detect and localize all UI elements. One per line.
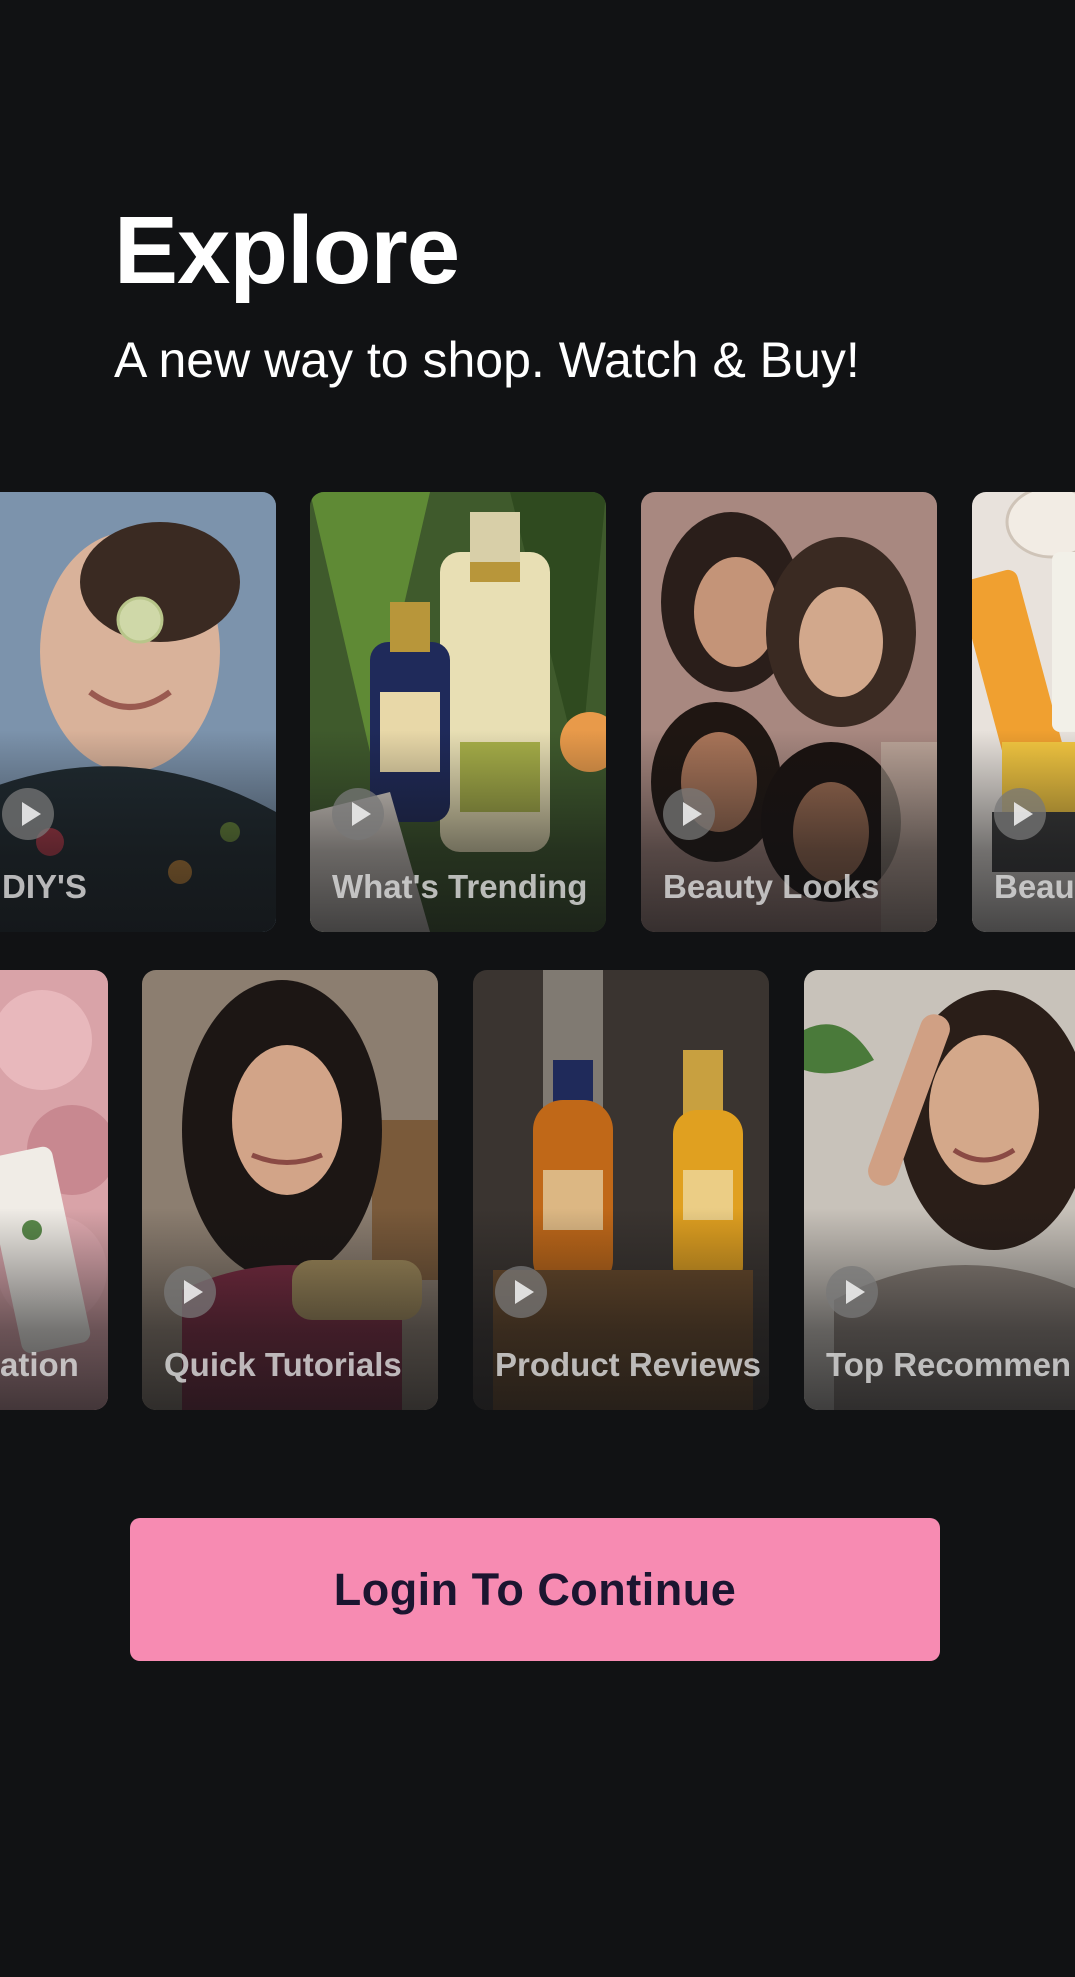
play-icon: [495, 1266, 547, 1318]
category-card-beauty[interactable]: Beau: [972, 492, 1075, 932]
category-card-label: DIY'S: [2, 868, 87, 905]
play-icon: [994, 788, 1046, 840]
category-card-label: Product Reviews: [495, 1346, 761, 1383]
category-card-whats-trending[interactable]: What's Trending: [310, 492, 606, 932]
category-card-label: What's Trending: [332, 868, 588, 905]
play-icon: [2, 788, 54, 840]
page-title: Explore: [114, 197, 460, 304]
category-card-ation[interactable]: ation: [0, 970, 108, 1410]
play-icon: [826, 1266, 878, 1318]
category-card-beauty-looks[interactable]: Beauty Looks: [641, 492, 937, 932]
category-card-quick-tutorials[interactable]: Quick Tutorials: [142, 970, 438, 1410]
category-card-label: Quick Tutorials: [164, 1346, 402, 1383]
category-card-label: Beau: [994, 868, 1075, 905]
category-card-label: Top Recommen: [826, 1346, 1072, 1383]
video-category-carousel-row-2[interactable]: ation Quick Tutorials Product Reviews To…: [0, 970, 1075, 1410]
video-category-carousel-row-1[interactable]: DIY'S What's Trending Beauty Looks Beau: [0, 492, 1075, 932]
play-icon: [663, 788, 715, 840]
category-card-label: Beauty Looks: [663, 868, 880, 905]
category-card-top-recommendations[interactable]: Top Recommen: [804, 970, 1075, 1410]
play-icon: [164, 1266, 216, 1318]
category-card-product-reviews[interactable]: Product Reviews: [473, 970, 769, 1410]
category-card-diys[interactable]: DIY'S: [0, 492, 276, 932]
login-to-continue-button[interactable]: Login To Continue: [130, 1518, 940, 1661]
category-card-label: ation: [0, 1346, 79, 1383]
page-subtitle: A new way to shop. Watch & Buy!: [114, 332, 860, 388]
play-icon: [332, 788, 384, 840]
